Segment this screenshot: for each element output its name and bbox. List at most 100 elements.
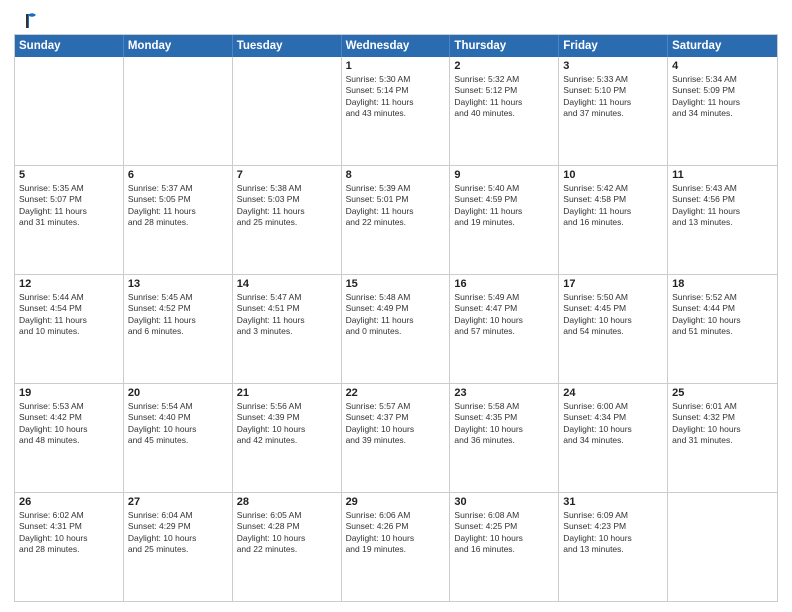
calendar-day-4: 4 Sunrise: 5:34 AM Sunset: 5:09 PM Daylig… bbox=[668, 57, 777, 165]
day-info: Sunrise: 5:35 AM Sunset: 5:07 PM Dayligh… bbox=[19, 183, 119, 229]
calendar-day-empty bbox=[233, 57, 342, 165]
day-number: 23 bbox=[454, 387, 554, 399]
day-info: Sunrise: 5:48 AM Sunset: 4:49 PM Dayligh… bbox=[346, 292, 446, 338]
calendar-body: 1 Sunrise: 5:30 AM Sunset: 5:14 PM Daylig… bbox=[15, 57, 777, 601]
day-info: Sunrise: 5:52 AM Sunset: 4:44 PM Dayligh… bbox=[672, 292, 773, 338]
day-number: 9 bbox=[454, 169, 554, 181]
day-header-wednesday: Wednesday bbox=[342, 35, 451, 57]
day-number: 19 bbox=[19, 387, 119, 399]
header bbox=[14, 10, 778, 28]
calendar-day-18: 18 Sunrise: 5:52 AM Sunset: 4:44 PM Dayli… bbox=[668, 275, 777, 383]
calendar-day-16: 16 Sunrise: 5:49 AM Sunset: 4:47 PM Dayli… bbox=[450, 275, 559, 383]
day-info: Sunrise: 5:43 AM Sunset: 4:56 PM Dayligh… bbox=[672, 183, 773, 229]
day-info: Sunrise: 5:33 AM Sunset: 5:10 PM Dayligh… bbox=[563, 74, 663, 120]
calendar-day-8: 8 Sunrise: 5:39 AM Sunset: 5:01 PM Daylig… bbox=[342, 166, 451, 274]
calendar-day-11: 11 Sunrise: 5:43 AM Sunset: 4:56 PM Dayli… bbox=[668, 166, 777, 274]
day-number: 7 bbox=[237, 169, 337, 181]
day-info: Sunrise: 6:09 AM Sunset: 4:23 PM Dayligh… bbox=[563, 510, 663, 556]
day-info: Sunrise: 6:08 AM Sunset: 4:25 PM Dayligh… bbox=[454, 510, 554, 556]
day-number: 28 bbox=[237, 496, 337, 508]
calendar-day-12: 12 Sunrise: 5:44 AM Sunset: 4:54 PM Dayli… bbox=[15, 275, 124, 383]
day-info: Sunrise: 5:49 AM Sunset: 4:47 PM Dayligh… bbox=[454, 292, 554, 338]
day-number: 25 bbox=[672, 387, 773, 399]
day-info: Sunrise: 5:39 AM Sunset: 5:01 PM Dayligh… bbox=[346, 183, 446, 229]
day-number: 27 bbox=[128, 496, 228, 508]
day-info: Sunrise: 5:37 AM Sunset: 5:05 PM Dayligh… bbox=[128, 183, 228, 229]
day-info: Sunrise: 5:50 AM Sunset: 4:45 PM Dayligh… bbox=[563, 292, 663, 338]
calendar-day-9: 9 Sunrise: 5:40 AM Sunset: 4:59 PM Daylig… bbox=[450, 166, 559, 274]
day-info: Sunrise: 6:04 AM Sunset: 4:29 PM Dayligh… bbox=[128, 510, 228, 556]
calendar-day-31: 31Sunrise: 6:09 AM Sunset: 4:23 PM Dayli… bbox=[559, 493, 668, 601]
day-info: Sunrise: 5:58 AM Sunset: 4:35 PM Dayligh… bbox=[454, 401, 554, 447]
calendar-week-4: 19 Sunrise: 5:53 AM Sunset: 4:42 PM Dayli… bbox=[15, 384, 777, 493]
calendar-day-1: 1 Sunrise: 5:30 AM Sunset: 5:14 PM Daylig… bbox=[342, 57, 451, 165]
calendar: SundayMondayTuesdayWednesdayThursdayFrid… bbox=[14, 34, 778, 602]
day-header-sunday: Sunday bbox=[15, 35, 124, 57]
day-number: 1 bbox=[346, 60, 446, 72]
calendar-day-21: 21Sunrise: 5:56 AM Sunset: 4:39 PM Dayli… bbox=[233, 384, 342, 492]
day-header-tuesday: Tuesday bbox=[233, 35, 342, 57]
day-info: Sunrise: 5:54 AM Sunset: 4:40 PM Dayligh… bbox=[128, 401, 228, 447]
day-info: Sunrise: 6:00 AM Sunset: 4:34 PM Dayligh… bbox=[563, 401, 663, 447]
calendar-day-24: 24 Sunrise: 6:00 AM Sunset: 4:34 PM Dayli… bbox=[559, 384, 668, 492]
calendar-day-3: 3 Sunrise: 5:33 AM Sunset: 5:10 PM Daylig… bbox=[559, 57, 668, 165]
day-number: 21 bbox=[237, 387, 337, 399]
logo-icon bbox=[16, 10, 38, 32]
logo bbox=[14, 10, 38, 28]
calendar-day-25: 25 Sunrise: 6:01 AM Sunset: 4:32 PM Dayli… bbox=[668, 384, 777, 492]
calendar-day-30: 30 Sunrise: 6:08 AM Sunset: 4:25 PM Dayli… bbox=[450, 493, 559, 601]
day-number: 15 bbox=[346, 278, 446, 290]
calendar-day-29: 29Sunrise: 6:06 AM Sunset: 4:26 PM Dayli… bbox=[342, 493, 451, 601]
calendar-day-13: 13 Sunrise: 5:45 AM Sunset: 4:52 PM Dayli… bbox=[124, 275, 233, 383]
day-info: Sunrise: 5:34 AM Sunset: 5:09 PM Dayligh… bbox=[672, 74, 773, 120]
day-info: Sunrise: 5:45 AM Sunset: 4:52 PM Dayligh… bbox=[128, 292, 228, 338]
calendar-day-28: 28 Sunrise: 6:05 AM Sunset: 4:28 PM Dayli… bbox=[233, 493, 342, 601]
calendar-day-23: 23 Sunrise: 5:58 AM Sunset: 4:35 PM Dayli… bbox=[450, 384, 559, 492]
day-number: 22 bbox=[346, 387, 446, 399]
day-number: 20 bbox=[128, 387, 228, 399]
day-header-friday: Friday bbox=[559, 35, 668, 57]
calendar-week-1: 1 Sunrise: 5:30 AM Sunset: 5:14 PM Daylig… bbox=[15, 57, 777, 166]
calendar-day-empty bbox=[15, 57, 124, 165]
calendar-day-14: 14Sunrise: 5:47 AM Sunset: 4:51 PM Dayli… bbox=[233, 275, 342, 383]
page-container: SundayMondayTuesdayWednesdayThursdayFrid… bbox=[0, 0, 792, 612]
day-info: Sunrise: 5:30 AM Sunset: 5:14 PM Dayligh… bbox=[346, 74, 446, 120]
day-number: 24 bbox=[563, 387, 663, 399]
day-info: Sunrise: 5:40 AM Sunset: 4:59 PM Dayligh… bbox=[454, 183, 554, 229]
day-info: Sunrise: 5:47 AM Sunset: 4:51 PM Dayligh… bbox=[237, 292, 337, 338]
calendar-day-15: 15 Sunrise: 5:48 AM Sunset: 4:49 PM Dayli… bbox=[342, 275, 451, 383]
day-number: 11 bbox=[672, 169, 773, 181]
day-number: 3 bbox=[563, 60, 663, 72]
day-number: 16 bbox=[454, 278, 554, 290]
day-info: Sunrise: 6:02 AM Sunset: 4:31 PM Dayligh… bbox=[19, 510, 119, 556]
day-number: 6 bbox=[128, 169, 228, 181]
calendar-week-5: 26 Sunrise: 6:02 AM Sunset: 4:31 PM Dayli… bbox=[15, 493, 777, 601]
calendar-day-20: 20 Sunrise: 5:54 AM Sunset: 4:40 PM Dayli… bbox=[124, 384, 233, 492]
calendar-week-2: 5 Sunrise: 5:35 AM Sunset: 5:07 PM Daylig… bbox=[15, 166, 777, 275]
day-number: 5 bbox=[19, 169, 119, 181]
day-header-monday: Monday bbox=[124, 35, 233, 57]
day-number: 8 bbox=[346, 169, 446, 181]
calendar-day-2: 2 Sunrise: 5:32 AM Sunset: 5:12 PM Daylig… bbox=[450, 57, 559, 165]
day-info: Sunrise: 5:44 AM Sunset: 4:54 PM Dayligh… bbox=[19, 292, 119, 338]
day-number: 17 bbox=[563, 278, 663, 290]
calendar-day-5: 5 Sunrise: 5:35 AM Sunset: 5:07 PM Daylig… bbox=[15, 166, 124, 274]
calendar-day-10: 10Sunrise: 5:42 AM Sunset: 4:58 PM Dayli… bbox=[559, 166, 668, 274]
day-info: Sunrise: 6:05 AM Sunset: 4:28 PM Dayligh… bbox=[237, 510, 337, 556]
day-info: Sunrise: 5:53 AM Sunset: 4:42 PM Dayligh… bbox=[19, 401, 119, 447]
calendar-day-6: 6 Sunrise: 5:37 AM Sunset: 5:05 PM Daylig… bbox=[124, 166, 233, 274]
day-header-thursday: Thursday bbox=[450, 35, 559, 57]
day-info: Sunrise: 5:32 AM Sunset: 5:12 PM Dayligh… bbox=[454, 74, 554, 120]
day-number: 4 bbox=[672, 60, 773, 72]
day-number: 13 bbox=[128, 278, 228, 290]
day-info: Sunrise: 6:01 AM Sunset: 4:32 PM Dayligh… bbox=[672, 401, 773, 447]
day-number: 26 bbox=[19, 496, 119, 508]
calendar-week-3: 12 Sunrise: 5:44 AM Sunset: 4:54 PM Dayli… bbox=[15, 275, 777, 384]
calendar-day-26: 26 Sunrise: 6:02 AM Sunset: 4:31 PM Dayli… bbox=[15, 493, 124, 601]
day-number: 12 bbox=[19, 278, 119, 290]
day-number: 30 bbox=[454, 496, 554, 508]
day-number: 2 bbox=[454, 60, 554, 72]
calendar-day-17: 17 Sunrise: 5:50 AM Sunset: 4:45 PM Dayli… bbox=[559, 275, 668, 383]
day-info: Sunrise: 5:38 AM Sunset: 5:03 PM Dayligh… bbox=[237, 183, 337, 229]
day-number: 18 bbox=[672, 278, 773, 290]
